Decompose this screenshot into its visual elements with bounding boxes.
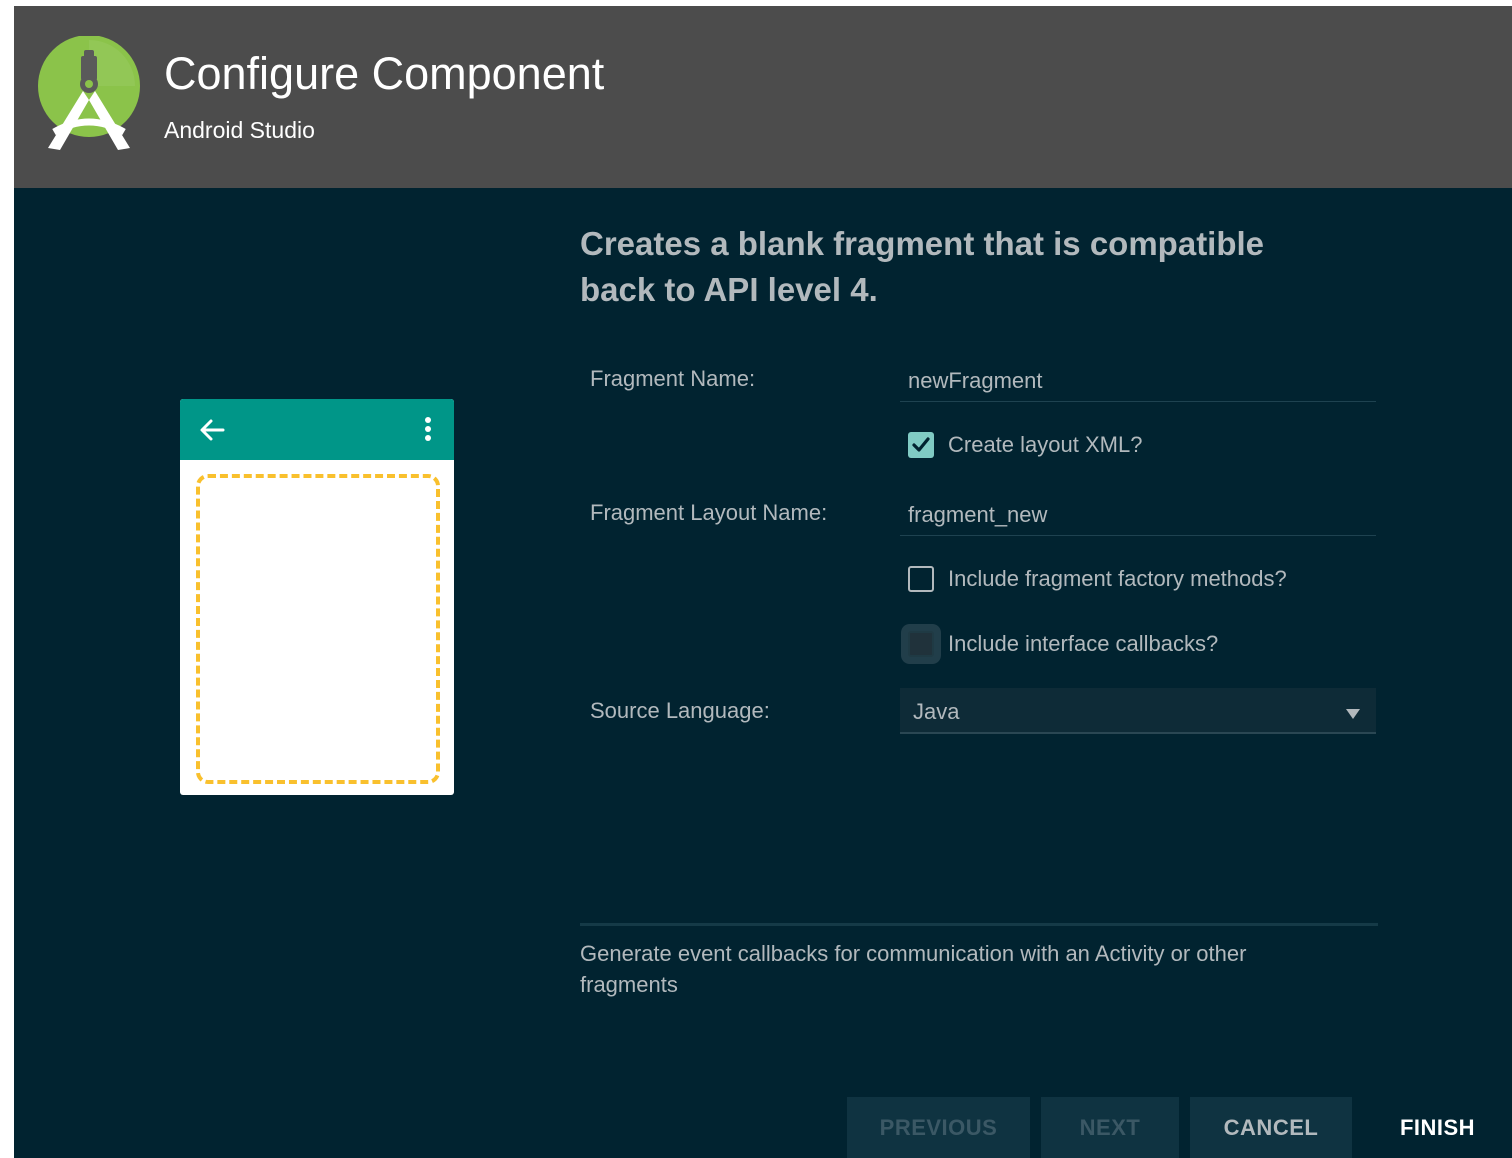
template-description: Creates a blank fragment that is compati…: [580, 225, 1265, 308]
source-language-select[interactable]: Java: [900, 688, 1376, 734]
fragment-name-input[interactable]: newFragment: [900, 361, 1376, 402]
include-factory-methods-label: Include fragment factory methods?: [948, 566, 1287, 591]
dialog-header: Configure Component Android Studio: [14, 6, 1512, 188]
previous-button[interactable]: PREVIOUS: [847, 1097, 1030, 1158]
create-layout-xml-label: Create layout XML?: [948, 432, 1143, 457]
fragment-layout-name-input[interactable]: fragment_new: [900, 495, 1376, 536]
include-interface-callbacks-label: Include interface callbacks?: [948, 631, 1219, 656]
configure-component-dialog: Configure Component Android Studio Creat…: [14, 6, 1512, 1158]
fragment-placeholder-outline: [196, 474, 440, 784]
fragment-name-value: newFragment: [908, 368, 1043, 393]
dropdown-arrow-icon: [1346, 706, 1360, 719]
android-studio-logo-icon: [36, 35, 142, 156]
create-layout-xml-row[interactable]: Create layout XML?: [908, 431, 1388, 461]
fragment-preview: [180, 399, 454, 795]
help-text: Generate event callbacks for communicati…: [580, 941, 1247, 997]
arrow-back-icon: [198, 416, 226, 444]
next-button[interactable]: NEXT: [1041, 1097, 1179, 1158]
checkmark-icon: [912, 437, 930, 452]
fragment-layout-name-label: Fragment Layout Name:: [590, 500, 828, 525]
include-interface-callbacks-checkbox[interactable]: [908, 631, 934, 657]
include-factory-methods-checkbox[interactable]: [908, 566, 934, 592]
help-divider: [580, 923, 1378, 926]
source-language-label: Source Language:: [590, 698, 770, 723]
include-interface-callbacks-row[interactable]: Include interface callbacks?: [908, 630, 1388, 660]
dialog-subtitle: Android Studio: [164, 117, 315, 143]
dialog-title: Configure Component: [164, 48, 605, 99]
create-layout-xml-checkbox[interactable]: [908, 432, 934, 458]
fragment-name-label: Fragment Name:: [590, 366, 756, 391]
include-factory-methods-row[interactable]: Include fragment factory methods?: [908, 565, 1388, 595]
cancel-button[interactable]: CANCEL: [1190, 1097, 1352, 1158]
preview-app-bar: [180, 399, 454, 460]
source-language-value: Java: [913, 699, 960, 724]
more-vert-icon: [420, 416, 436, 444]
fragment-layout-name-value: fragment_new: [908, 502, 1048, 527]
finish-button[interactable]: FINISH: [1363, 1097, 1512, 1158]
